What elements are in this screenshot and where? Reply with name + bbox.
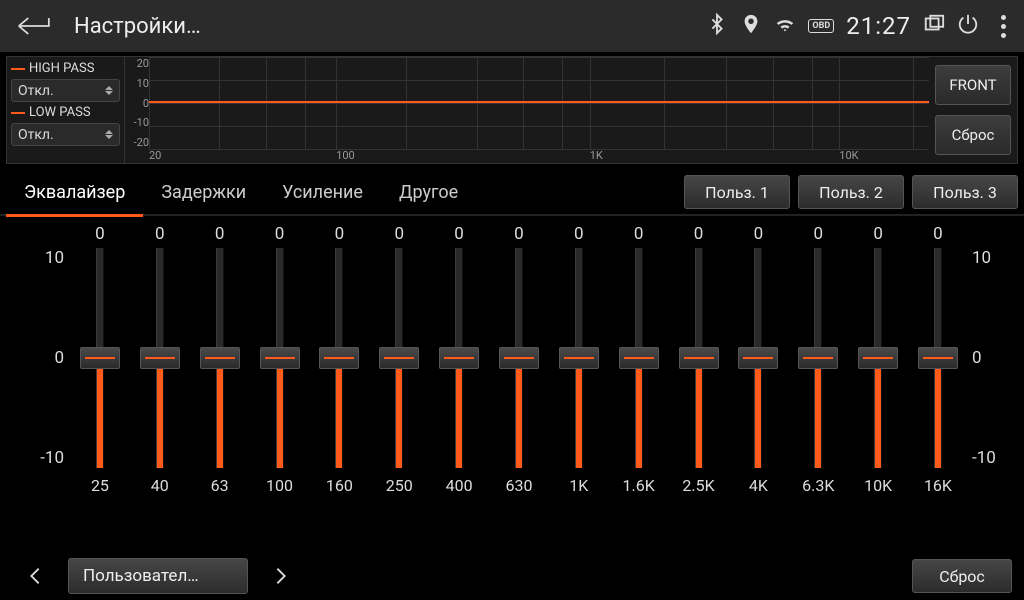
filter-actions: FRONT Сброс	[929, 57, 1017, 163]
eq-band-slider[interactable]	[190, 248, 250, 468]
eq-band-value: 0	[728, 224, 788, 244]
eq-band-value: 0	[848, 224, 908, 244]
eq-sliders: 100-10 100-10	[12, 248, 1012, 468]
statusbar: Настройки… OBD 21:27	[0, 0, 1024, 52]
eq-band-value: 0	[70, 224, 130, 244]
eq-band-slider[interactable]	[70, 248, 130, 468]
eq-band-freq: 1K	[549, 476, 609, 495]
eq-band-freq: 40	[130, 476, 190, 495]
profile-prev-button[interactable]	[12, 558, 58, 594]
profile-next-button[interactable]	[258, 558, 304, 594]
eq-band-value: 0	[250, 224, 310, 244]
eq-band-freq: 160	[309, 476, 369, 495]
bottom-bar: Пользовател… Сброс	[0, 552, 1024, 600]
eq-band-slider[interactable]	[669, 248, 729, 468]
eq-band-freq: 25	[70, 476, 130, 495]
eq-band-slider[interactable]	[908, 248, 968, 468]
window-icon[interactable]	[923, 13, 945, 39]
eq-band-freq: 63	[190, 476, 250, 495]
eq-band-slider[interactable]	[250, 248, 310, 468]
eq-band-slider[interactable]	[549, 248, 609, 468]
eq-band-freq: 630	[489, 476, 549, 495]
tab-gain[interactable]: Усиление	[264, 169, 381, 215]
filter-controls: HIGH PASS Откл. LOW PASS Откл.	[7, 57, 125, 163]
power-icon[interactable]	[957, 13, 979, 39]
eq-band-freq: 1.6K	[609, 476, 669, 495]
highpass-label: HIGH PASS	[11, 61, 120, 76]
lowpass-label: LOW PASS	[11, 105, 120, 120]
eq-band-value: 0	[429, 224, 489, 244]
filter-reset-button[interactable]: Сброс	[935, 115, 1011, 155]
eq-band-value: 0	[489, 224, 549, 244]
eq-band-slider[interactable]	[130, 248, 190, 468]
preset-2-button[interactable]: Польз. 2	[798, 175, 904, 209]
eq-freqs-row: 2540631001602504006301K1.6K2.5K4K6.3K10K…	[12, 476, 1012, 495]
eq-band-freq: 100	[250, 476, 310, 495]
lowpass-select[interactable]: Откл.	[11, 123, 120, 146]
filter-panel: HIGH PASS Откл. LOW PASS Откл. 20 10 0 -…	[6, 56, 1018, 164]
eq-band-freq: 10K	[848, 476, 908, 495]
eq-band-freq: 2.5K	[669, 476, 729, 495]
eq-band-slider[interactable]	[848, 248, 908, 468]
tab-equalizer[interactable]: Эквалайзер	[6, 169, 143, 215]
eq-band-value: 0	[309, 224, 369, 244]
eq-band-value: 0	[130, 224, 190, 244]
eq-band-slider[interactable]	[728, 248, 788, 468]
equalizer: 000000000000000 100-10 100-10 2540631001…	[0, 216, 1024, 552]
eq-band-slider[interactable]	[609, 248, 669, 468]
eq-band-value: 0	[190, 224, 250, 244]
filter-curve	[149, 101, 929, 103]
eq-band-value: 0	[549, 224, 609, 244]
profile-select[interactable]: Пользовател…	[68, 558, 248, 594]
back-button[interactable]	[8, 7, 58, 45]
clock: 21:27	[846, 12, 911, 40]
eq-band-slider[interactable]	[309, 248, 369, 468]
status-icons: OBD 21:27	[706, 11, 1016, 42]
gps-icon	[740, 13, 762, 39]
filter-graph: 20 10 0 -10 -20 20 100 1K 10K	[125, 57, 929, 163]
eq-band-freq: 16K	[908, 476, 968, 495]
highpass-select[interactable]: Откл.	[11, 79, 120, 102]
eq-band-freq: 6.3K	[788, 476, 848, 495]
eq-band-slider[interactable]	[489, 248, 549, 468]
graph-x-axis: 20 100 1K 10K	[149, 149, 929, 163]
front-button[interactable]: FRONT	[935, 65, 1011, 105]
preset-1-button[interactable]: Польз. 1	[684, 175, 790, 209]
graph-y-axis: 20 10 0 -10 -20	[127, 57, 149, 149]
eq-band-value: 0	[788, 224, 848, 244]
eq-band-freq: 250	[369, 476, 429, 495]
eq-scale-left: 100-10	[20, 248, 64, 468]
eq-band-value: 0	[369, 224, 429, 244]
eq-band-slider[interactable]	[788, 248, 848, 468]
page-title: Настройки…	[74, 14, 201, 39]
tab-other[interactable]: Другое	[381, 169, 476, 215]
eq-band-freq: 4K	[728, 476, 788, 495]
eq-band-slider[interactable]	[369, 248, 429, 468]
tab-delays[interactable]: Задержки	[143, 169, 264, 215]
eq-reset-button[interactable]: Сброс	[912, 559, 1012, 593]
eq-band-value: 0	[669, 224, 729, 244]
eq-band-value: 0	[609, 224, 669, 244]
preset-3-button[interactable]: Польз. 3	[912, 175, 1018, 209]
obd-icon: OBD	[808, 19, 834, 33]
kebab-menu-icon[interactable]	[991, 11, 1016, 42]
eq-band-value: 0	[908, 224, 968, 244]
tabs: Эквалайзер Задержки Усиление Другое Поль…	[0, 170, 1024, 216]
wifi-icon	[774, 13, 796, 39]
eq-band-freq: 400	[429, 476, 489, 495]
eq-band-slider[interactable]	[429, 248, 489, 468]
eq-scale-right: 100-10	[972, 248, 1012, 468]
eq-values-row: 000000000000000	[12, 224, 1012, 244]
bluetooth-icon	[706, 13, 728, 39]
